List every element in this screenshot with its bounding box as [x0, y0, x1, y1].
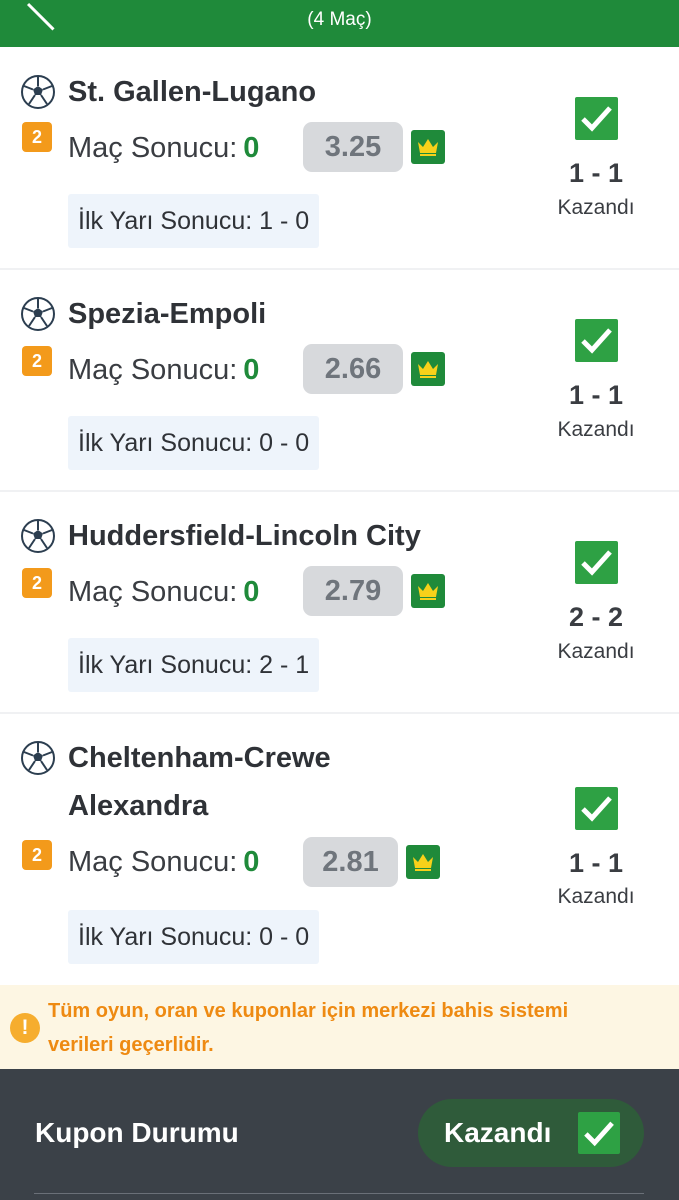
coupon-status-title: Kupon Durumu: [35, 1117, 239, 1148]
match-teams[interactable]: Spezia-Empoli: [68, 290, 488, 338]
selection-value: 0: [243, 354, 260, 386]
market-badge: 2: [22, 568, 52, 598]
crown-icon: [411, 574, 445, 608]
odds-box[interactable]: 2.79: [303, 566, 403, 616]
selection-value: 0: [243, 132, 260, 164]
match-score: 1 - 1: [568, 848, 624, 878]
match-score: 2 - 2: [568, 602, 624, 632]
crown-icon: [411, 352, 445, 386]
odds-box[interactable]: 3.25: [303, 122, 403, 172]
coupon-status-label: Kazandı: [444, 1117, 552, 1148]
market-label: Maç Sonucu:: [68, 846, 238, 878]
half-time-result: İlk Yarı Sonucu: 2 - 1: [68, 638, 320, 692]
odds-box[interactable]: 2.66: [303, 344, 403, 394]
warning-icon: !: [10, 1013, 40, 1043]
coupon-status-pill[interactable]: Kazandı: [418, 1099, 644, 1167]
soccer-ball-icon: [21, 297, 55, 331]
half-time-result: İlk Yarı Sonucu: 0 - 0: [68, 416, 320, 470]
market-badge: 2: [22, 122, 52, 152]
soccer-ball-icon: [21, 519, 55, 553]
match-status: Kazandı: [557, 418, 635, 441]
checkmark-icon: [575, 541, 618, 584]
soccer-ball-icon: [21, 741, 55, 775]
odds-box[interactable]: 2.81: [303, 837, 398, 887]
half-time-result: İlk Yarı Sonucu: 1 - 0: [68, 194, 320, 248]
match-status: Kazandı: [557, 640, 635, 663]
checkmark-icon: [578, 1112, 620, 1154]
half-time-result: İlk Yarı Sonucu: 0 - 0: [68, 910, 320, 964]
divider: [34, 1193, 644, 1194]
match-status: Kazandı: [557, 885, 635, 908]
selection-value: 0: [243, 576, 260, 608]
match-score: 1 - 1: [568, 380, 624, 410]
checkmark-icon: [575, 319, 618, 362]
market-label: Maç Sonucu:: [68, 132, 238, 164]
match-count: (4 Maç): [307, 9, 372, 30]
info-notice: ! Tüm oyun, oran ve kuponlar için merkez…: [0, 985, 679, 1069]
top-bar: (4 Maç): [0, 0, 679, 47]
market-label: Maç Sonucu:: [68, 354, 238, 386]
coupon-status-bar: Kupon Durumu Kazandı: [0, 1069, 679, 1200]
match-status: Kazandı: [557, 196, 635, 219]
match-teams[interactable]: St. Gallen-Lugano: [68, 68, 488, 116]
market-badge: 2: [22, 346, 52, 376]
match-card: Huddersfield-Lincoln City 2 Maç Sonucu: 0…: [0, 492, 679, 714]
crown-icon: [411, 130, 445, 164]
match-score: 1 - 1: [568, 158, 624, 188]
market-result: Maç Sonucu: 0: [68, 572, 259, 612]
market-badge: 2: [22, 840, 52, 870]
soccer-ball-icon: [21, 75, 55, 109]
checkmark-icon: [575, 97, 618, 140]
match-card: St. Gallen-Lugano 2 Maç Sonucu: 0 3.25 İl…: [0, 48, 679, 270]
crown-icon: [406, 845, 440, 879]
notice-text: Tüm oyun, oran ve kuponlar için merkezi …: [48, 1000, 569, 1056]
market-result: Maç Sonucu: 0: [68, 350, 259, 390]
match-teams[interactable]: Cheltenham-Crewe Alexandra: [68, 734, 378, 830]
market-label: Maç Sonucu:: [68, 576, 238, 608]
market-result: Maç Sonucu: 0: [68, 128, 259, 168]
match-teams[interactable]: Huddersfield-Lincoln City: [68, 512, 488, 560]
match-card: Cheltenham-Crewe Alexandra 2 Maç Sonucu:…: [0, 714, 679, 984]
market-result: Maç Sonucu: 0: [68, 842, 259, 882]
selection-value: 0: [243, 846, 260, 878]
match-card: Spezia-Empoli 2 Maç Sonucu: 0 2.66 İlk Ya…: [0, 270, 679, 492]
checkmark-icon: [575, 787, 618, 830]
